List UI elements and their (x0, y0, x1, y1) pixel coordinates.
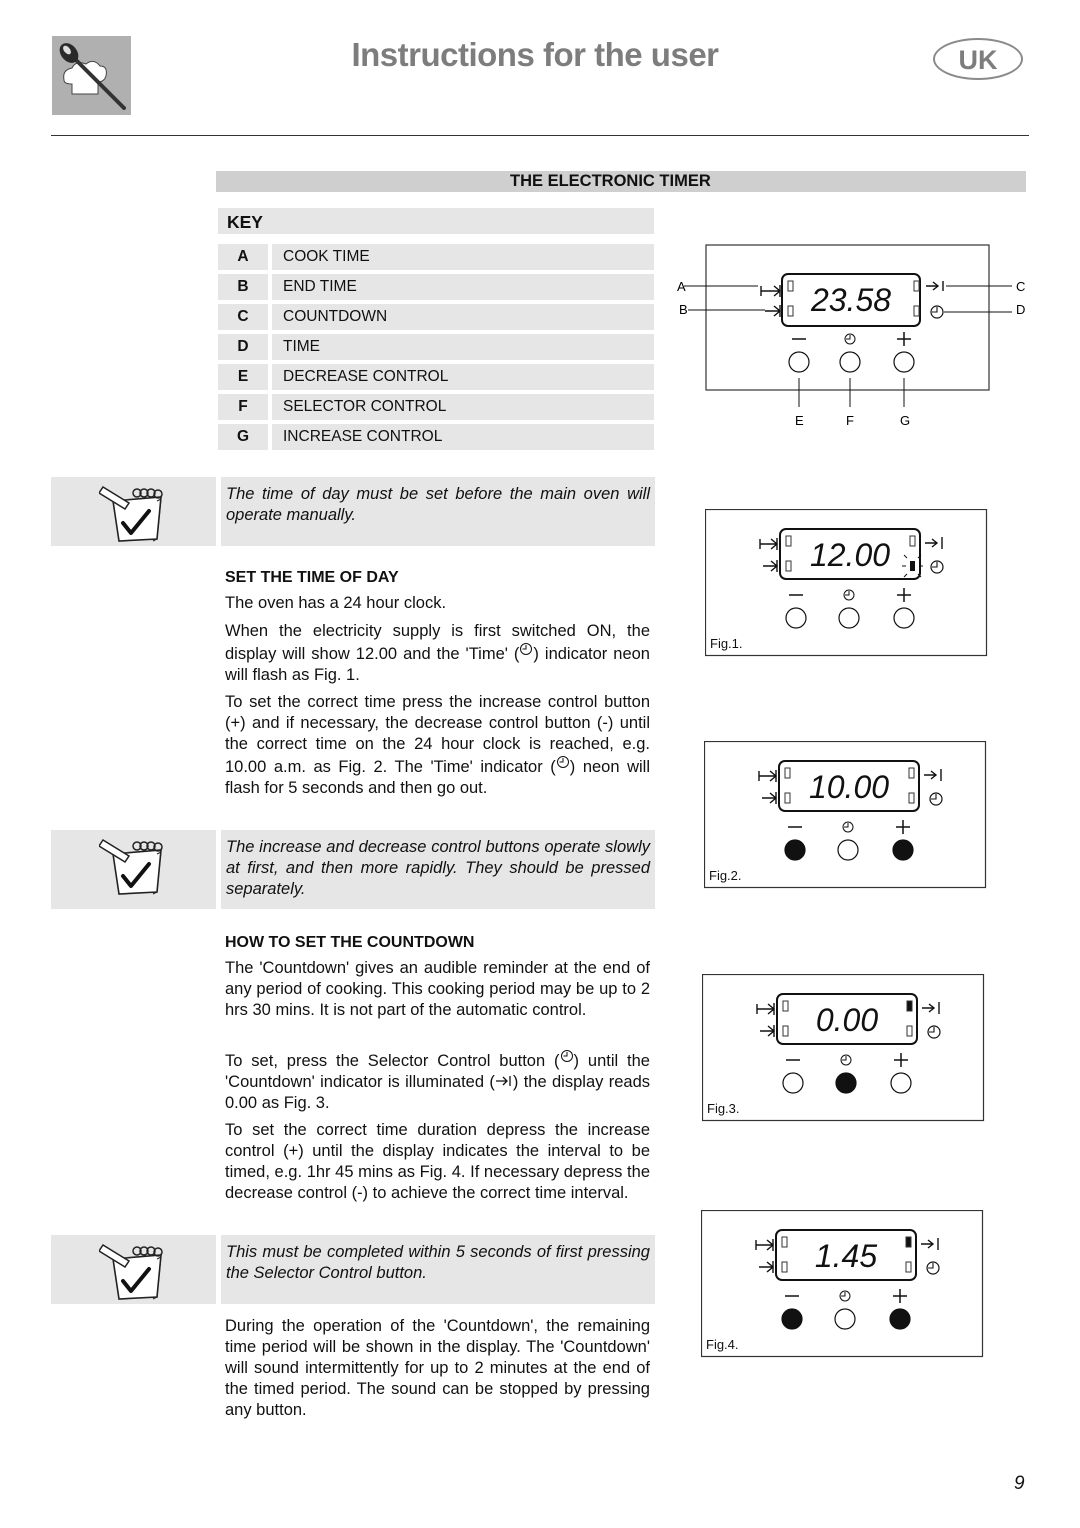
notepad-checkmark-icon (99, 838, 163, 895)
logo (52, 36, 131, 115)
callout-g: G (900, 413, 910, 428)
key-letter: E (218, 364, 268, 390)
paragraph: To set, press the Selector Control butto… (225, 1049, 650, 1114)
callout-e: E (795, 413, 804, 428)
paragraph: The oven has a 24 hour clock. (225, 594, 447, 612)
key-heading: KEY (218, 208, 654, 234)
clock-icon (519, 642, 533, 656)
paragraph: The 'Countdown' gives an audible reminde… (225, 959, 650, 1019)
selector-button[interactable] (834, 1308, 856, 1330)
increase-button[interactable] (892, 839, 914, 861)
key-letter: G (218, 424, 268, 450)
increase-button[interactable] (890, 1072, 912, 1094)
decrease-button[interactable] (784, 839, 806, 861)
paragraph: During the operation of the 'Countdown',… (225, 1317, 650, 1419)
lcd-display-value: 1.45 (815, 1238, 877, 1274)
decrease-button[interactable] (782, 1072, 804, 1094)
increase-button[interactable] (893, 351, 915, 373)
note-text: The increase and decrease control button… (221, 830, 655, 909)
key-row: A COOK TIME (218, 244, 654, 270)
figure-label: Fig.4. (706, 1337, 739, 1352)
selector-button[interactable] (838, 607, 860, 629)
key-label: COOK TIME (272, 244, 654, 270)
countdown-arrow-icon (495, 1075, 513, 1087)
lcd-display-value: 23.58 (810, 282, 891, 318)
header-divider (51, 135, 1029, 136)
lcd-display-value: 10.00 (809, 769, 889, 805)
key-row: E DECREASE CONTROL (218, 364, 654, 390)
region-badge: UK (933, 38, 1023, 80)
note-icon-cell (51, 830, 216, 909)
key-letter: A (218, 244, 268, 270)
key-letter: D (218, 334, 268, 360)
selector-button[interactable] (835, 1072, 857, 1094)
key-letter: B (218, 274, 268, 300)
timer-key-diagram: 23.58 A B C D E F G (670, 235, 1040, 435)
figure-4: 1.45 Fig.4. (701, 1210, 984, 1358)
callout-b: B (679, 302, 688, 317)
set-time-heading: SET THE TIME OF DAY (225, 569, 399, 586)
increase-button[interactable] (889, 1308, 911, 1330)
key-label: SELECTOR CONTROL (272, 394, 654, 420)
callout-f: F (846, 413, 854, 428)
figure-1: 12.00 Fig.1. (705, 509, 988, 657)
page-title: Instructions for the user (351, 36, 719, 73)
key-row: F SELECTOR CONTROL (218, 394, 654, 420)
paragraph: When the electricity supply is first swi… (225, 621, 650, 686)
key-row: G INCREASE CONTROL (218, 424, 654, 450)
countdown-heading: HOW TO SET THE COUNTDOWN (225, 934, 475, 951)
key-label: DECREASE CONTROL (272, 364, 654, 390)
notepad-checkmark-icon (99, 485, 163, 542)
decrease-button[interactable] (781, 1308, 803, 1330)
decrease-button[interactable] (788, 351, 810, 373)
key-letter: F (218, 394, 268, 420)
note-text: The time of day must be set before the m… (221, 477, 655, 546)
selector-button[interactable] (839, 351, 861, 373)
note-icon-cell (51, 1235, 216, 1304)
figure-label: Fig.2. (709, 868, 742, 883)
key-row: B END TIME (218, 274, 654, 300)
callout-c: C (1016, 279, 1025, 294)
key-row: D TIME (218, 334, 654, 360)
figure-label: Fig.3. (707, 1101, 740, 1116)
callout-a: A (677, 279, 686, 294)
key-row: C COUNTDOWN (218, 304, 654, 330)
key-label: TIME (272, 334, 654, 360)
spoon-and-chef-hat-icon (52, 36, 131, 115)
section-title: THE ELECTRONIC TIMER (510, 172, 711, 190)
figure-2: 10.00 Fig.2. (704, 741, 987, 889)
paragraph: To set the correct time press the increa… (225, 692, 650, 799)
note-icon-cell (51, 477, 216, 546)
figure-3: 0.00 Fig.3. (702, 974, 985, 1122)
lcd-display-value: 12.00 (810, 537, 890, 573)
key-label: END TIME (272, 274, 654, 300)
key-letter: C (218, 304, 268, 330)
increase-button[interactable] (893, 607, 915, 629)
note-text: This must be completed within 5 seconds … (221, 1235, 655, 1304)
figure-label: Fig.1. (710, 636, 743, 651)
paragraph: To set the correct time duration depress… (225, 1121, 650, 1202)
callout-d: D (1016, 302, 1025, 317)
key-label: COUNTDOWN (272, 304, 654, 330)
key-label: INCREASE CONTROL (272, 424, 654, 450)
notepad-checkmark-icon (99, 1243, 163, 1300)
lcd-display-value: 0.00 (816, 1002, 878, 1038)
selector-button[interactable] (837, 839, 859, 861)
page-number: 9 (1014, 1473, 1025, 1494)
clock-icon (560, 1049, 574, 1063)
decrease-button[interactable] (785, 607, 807, 629)
countdown-indicator (905, 1236, 912, 1248)
clock-icon (556, 755, 570, 769)
countdown-indicator (906, 1000, 913, 1012)
paragraph-text: To set, press the Selector Control butto… (225, 1052, 560, 1070)
time-indicator-flashing (910, 561, 915, 571)
